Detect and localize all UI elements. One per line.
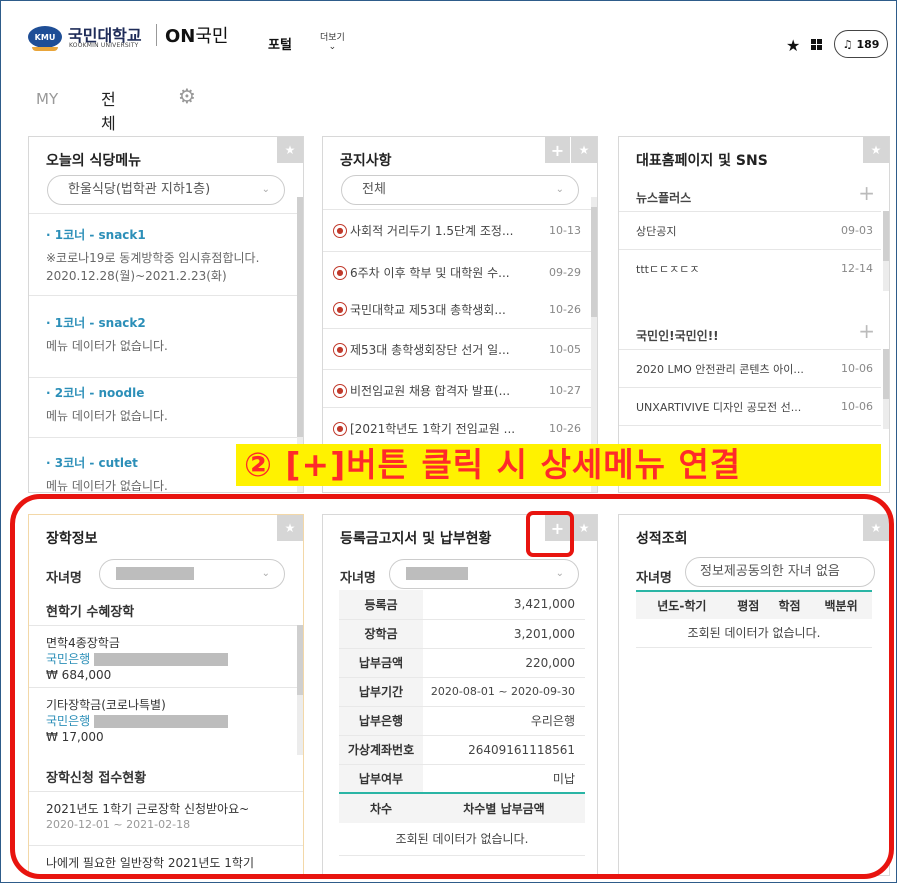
notice-row-date: 09-29 xyxy=(549,266,581,279)
notice-row[interactable]: ● 비전임교원 채용 합격자 발표(... 10-27 xyxy=(323,369,595,411)
sns-section-title: 뉴스플러스 xyxy=(636,191,692,205)
notice-category-select[interactable]: 전체 ⌄ xyxy=(341,175,579,205)
star-icon[interactable]: ★ xyxy=(786,36,800,55)
annotation-plus-highlight xyxy=(526,511,574,557)
notice-row-title: 6주차 이후 학부 및 대학원 수... xyxy=(350,266,510,280)
favorite-star-icon[interactable]: ★ xyxy=(863,137,889,163)
sns-title: 대표홈페이지 및 SNS xyxy=(636,153,768,169)
sns-row-title: 2020 LMO 안전관리 콘텐츠 아이... xyxy=(636,362,804,376)
menu-corner-name: · 1코너 - snack2 xyxy=(46,316,146,330)
menu-corner-name: · 1코너 - snack1 xyxy=(46,228,146,242)
notification-button[interactable]: ♫ 189 xyxy=(834,30,888,58)
cafeteria-title: 오늘의 식당메뉴 xyxy=(46,153,142,169)
sns-row[interactable]: 상단공지 09-03 xyxy=(619,211,881,249)
microphone-icon: ● xyxy=(333,421,347,436)
sns-row[interactable]: 2020 LMO 안전관리 콘텐츠 아이... 10-06 xyxy=(619,349,881,387)
notification-count: 189 xyxy=(856,37,880,51)
sns-row[interactable]: tttㄷㄷㅈㄷㅈ 12-14 xyxy=(619,249,881,287)
microphone-icon: ● xyxy=(333,383,347,398)
notice-row-date: 10-26 xyxy=(549,302,581,316)
sns-row-title: tttㄷㄷㅈㄷㅈ xyxy=(636,262,700,276)
on-kookmin-logo[interactable]: ON국민 xyxy=(165,22,229,48)
sns-row-date: 12-14 xyxy=(841,262,873,275)
notice-row-title: 제53대 총학생회장단 선거 일... xyxy=(350,343,510,357)
on-brand: ON xyxy=(165,26,196,47)
bell-icon: ♫ xyxy=(842,37,853,51)
notice-row[interactable]: ● [2021학년도 1학기 전임교원 ... 10-26 xyxy=(323,407,595,449)
chevron-down-icon: ⌄ xyxy=(328,42,337,52)
scrollbar[interactable] xyxy=(883,349,889,429)
sns-row-title: 상단공지 xyxy=(636,224,677,238)
grid-icon[interactable] xyxy=(811,39,822,50)
menu-corner-item: · 1코너 - snack1 ※코로나19로 동계방학중 임시휴점합니다. 202… xyxy=(29,213,303,295)
gear-icon[interactable]: ⚙ xyxy=(178,84,196,108)
logo-separator xyxy=(156,24,157,46)
tab-my[interactable]: MY xyxy=(36,90,58,108)
scrollbar-thumb[interactable] xyxy=(297,197,303,437)
menu-corner-item: · 2코너 - noodle 메뉴 데이터가 없습니다. xyxy=(29,377,303,437)
notice-row-title: 사회적 거리두기 1.5단계 조정... xyxy=(350,224,514,238)
notice-panel: 공지사항 + ★ 전체 ⌄ ● 사회적 거리두기 1.5단계 조정... 10-13 … xyxy=(322,136,598,493)
plus-icon[interactable]: + xyxy=(545,137,571,163)
plus-icon[interactable]: + xyxy=(858,181,875,205)
notice-row-title: 국민대학교 제53대 총학생회... xyxy=(350,302,506,317)
annotation-outline xyxy=(10,494,894,879)
notice-title: 공지사항 xyxy=(340,153,392,169)
microphone-icon: ● xyxy=(333,342,347,357)
notice-row-date: 10-26 xyxy=(549,422,581,435)
favorite-star-icon[interactable]: ★ xyxy=(571,137,597,163)
notice-row[interactable]: ● 사회적 거리두기 1.5단계 조정... 10-13 xyxy=(323,209,595,251)
menu-corner-desc: 메뉴 데이터가 없습니다. xyxy=(46,339,168,353)
menu-corner-desc: ※코로나19로 동계방학중 임시휴점합니다. 2020.12.28(월)~2021… xyxy=(46,249,303,285)
menu-corner-notice: ※코로나19로 동계방학중 임시휴점합니다. xyxy=(46,251,260,265)
sns-section-title: 국민인!국민인!! xyxy=(636,329,719,343)
sns-row[interactable]: UNXARTIVIVE 디자인 공모전 선... 10-06 xyxy=(619,387,881,425)
notice-row-date: 10-05 xyxy=(549,343,581,356)
notice-row-title: 비전임교원 채용 합격자 발표(... xyxy=(350,384,511,398)
microphone-icon: ● xyxy=(333,302,347,316)
notice-row[interactable]: ● 국민대학교 제53대 총학생회... 10-26 xyxy=(323,290,595,328)
sns-row-title: UNXARTIVIVE 디자인 공모전 선... xyxy=(636,400,802,414)
sns-row-date: 10-06 xyxy=(841,362,873,375)
notice-row[interactable]: ● 제53대 총학생회장단 선거 일... 10-05 xyxy=(323,328,595,370)
logo-subtitle: KOOKMIN UNIVERSITY xyxy=(69,42,139,49)
notice-row-title: [2021학년도 1학기 전임교원 ... xyxy=(350,422,516,436)
cafeteria-panel: 오늘의 식당메뉴 ★ 한울식당(법학관 지하1층) ⌄ · 1코너 - snack… xyxy=(28,136,304,493)
scrollbar-thumb[interactable] xyxy=(883,349,889,399)
notice-category-value: 전체 xyxy=(362,182,386,197)
annotation-banner: ② [+]버튼 클릭 시 상세메뉴 연결 xyxy=(236,444,881,486)
microphone-icon: ● xyxy=(333,223,347,238)
notice-row-date: 10-27 xyxy=(549,384,581,397)
menu-corner-item: · 1코너 - snack2 메뉴 데이터가 없습니다. xyxy=(29,295,303,377)
scrollbar-thumb[interactable] xyxy=(591,207,597,317)
menu-corner-desc: 메뉴 데이터가 없습니다. xyxy=(46,409,168,423)
restaurant-select[interactable]: 한울식당(법학관 지하1층) ⌄ xyxy=(47,175,285,205)
plus-icon[interactable]: + xyxy=(858,319,875,343)
top-header: KMU 국민대학교 KOOKMIN UNIVERSITY ON국민 포털 더보기… xyxy=(0,0,897,80)
notice-row-date: 10-13 xyxy=(549,224,581,237)
chevron-down-icon: ⌄ xyxy=(261,184,270,195)
sns-panel: 대표홈페이지 및 SNS ★ 뉴스플러스 + 상단공지 09-03 tttㄷㄷㅈㄷ… xyxy=(618,136,890,493)
sns-row-date: 10-06 xyxy=(841,400,873,413)
kmu-logo-icon[interactable]: KMU xyxy=(28,26,62,51)
restaurant-select-value: 한울식당(법학관 지하1층) xyxy=(68,182,211,197)
menu-corner-period: 2020.12.28(월)~2021.2.23(화) xyxy=(46,269,227,283)
microphone-icon: ● xyxy=(333,265,347,280)
on-brand-suffix: 국민 xyxy=(195,26,229,47)
tab-all[interactable]: 전체 xyxy=(101,86,116,142)
sns-row-date: 09-03 xyxy=(841,224,873,237)
scrollbar-thumb[interactable] xyxy=(883,211,889,261)
nav-portal[interactable]: 포털 xyxy=(268,34,292,53)
favorite-star-icon[interactable]: ★ xyxy=(277,137,303,163)
nav-more[interactable]: 더보기 ⌄ xyxy=(320,30,345,52)
chevron-down-icon: ⌄ xyxy=(555,184,564,195)
menu-corner-name: · 2코너 - noodle xyxy=(46,386,145,400)
notice-row[interactable]: ● 6주차 이후 학부 및 대학원 수... 09-29 xyxy=(323,251,595,293)
scrollbar[interactable] xyxy=(883,211,889,291)
